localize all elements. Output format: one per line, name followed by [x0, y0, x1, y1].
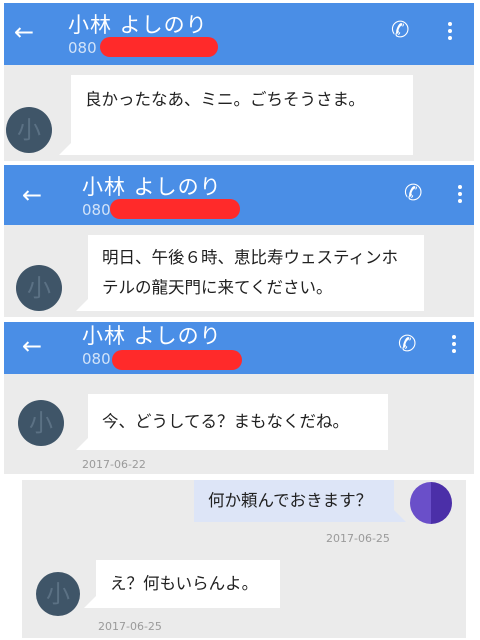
message-date: 2017-06-25: [98, 620, 162, 633]
screenshot-panel-2: ← 小林 よしのり 080 ✆ 小 明日、午後６時、恵比寿ウェスティンホテルの龍…: [4, 165, 474, 317]
screenshot-panel-1: ← 小林 よしのり 080 ✆ 小 良かったなあ、ミニ。ごちそうさま。: [4, 3, 474, 161]
phone-number: 080: [82, 201, 111, 219]
screenshot-panel-4: 何か頼んでおきます？ 2017-06-25 小 え？何もいらんよ。 2017-0…: [22, 480, 466, 638]
contact-avatar[interactable]: 小: [36, 572, 80, 616]
user-avatar[interactable]: [410, 482, 452, 524]
contact-name: 小林 よしのり: [68, 13, 208, 37]
app-bar: ← 小林 よしのり 080 ✆: [4, 322, 474, 374]
redaction-mark: [112, 350, 242, 370]
screenshot-panel-3: ← 小林 よしのり 080 ✆ 小 今、どうしてる？まもなくだね。 2017-0…: [4, 322, 474, 474]
back-arrow-icon[interactable]: ←: [14, 20, 34, 44]
app-bar: ← 小林 よしのり 080 ✆: [4, 3, 474, 65]
phone-icon[interactable]: ✆: [404, 183, 422, 205]
message-date: 2017-06-25: [326, 532, 390, 545]
message-date: 2017-06-22: [82, 458, 146, 471]
phone-icon[interactable]: ✆: [398, 334, 416, 356]
overflow-menu-icon[interactable]: [448, 22, 452, 43]
phone-icon[interactable]: ✆: [391, 20, 409, 42]
back-arrow-icon[interactable]: ←: [22, 334, 42, 358]
contact-avatar[interactable]: 小: [16, 265, 62, 311]
overflow-menu-icon[interactable]: [458, 185, 462, 206]
message-bubble: 今、どうしてる？まもなくだね。: [76, 394, 388, 450]
app-bar: ← 小林 よしのり 080 ✆: [4, 165, 474, 225]
redaction-mark: [100, 37, 218, 57]
redaction-mark: [110, 199, 240, 219]
message-bubble: 良かったなあ、ミニ。ごちそうさま。: [59, 75, 413, 155]
overflow-menu-icon[interactable]: [452, 335, 456, 356]
contact-name: 小林 よしのり: [82, 175, 222, 199]
phone-number: 080: [68, 39, 97, 57]
message-bubble: 明日、午後６時、恵比寿ウェスティンホテルの龍天門に来てください。: [76, 235, 424, 311]
phone-number: 080: [82, 350, 111, 368]
contact-avatar[interactable]: 小: [6, 107, 52, 153]
back-arrow-icon[interactable]: ←: [22, 183, 42, 207]
outgoing-message-bubble: 何か頼んでおきます？: [194, 480, 406, 522]
contact-name: 小林 よしのり: [82, 324, 222, 348]
contact-avatar[interactable]: 小: [18, 400, 64, 446]
incoming-message-bubble: え？何もいらんよ。: [84, 560, 280, 608]
